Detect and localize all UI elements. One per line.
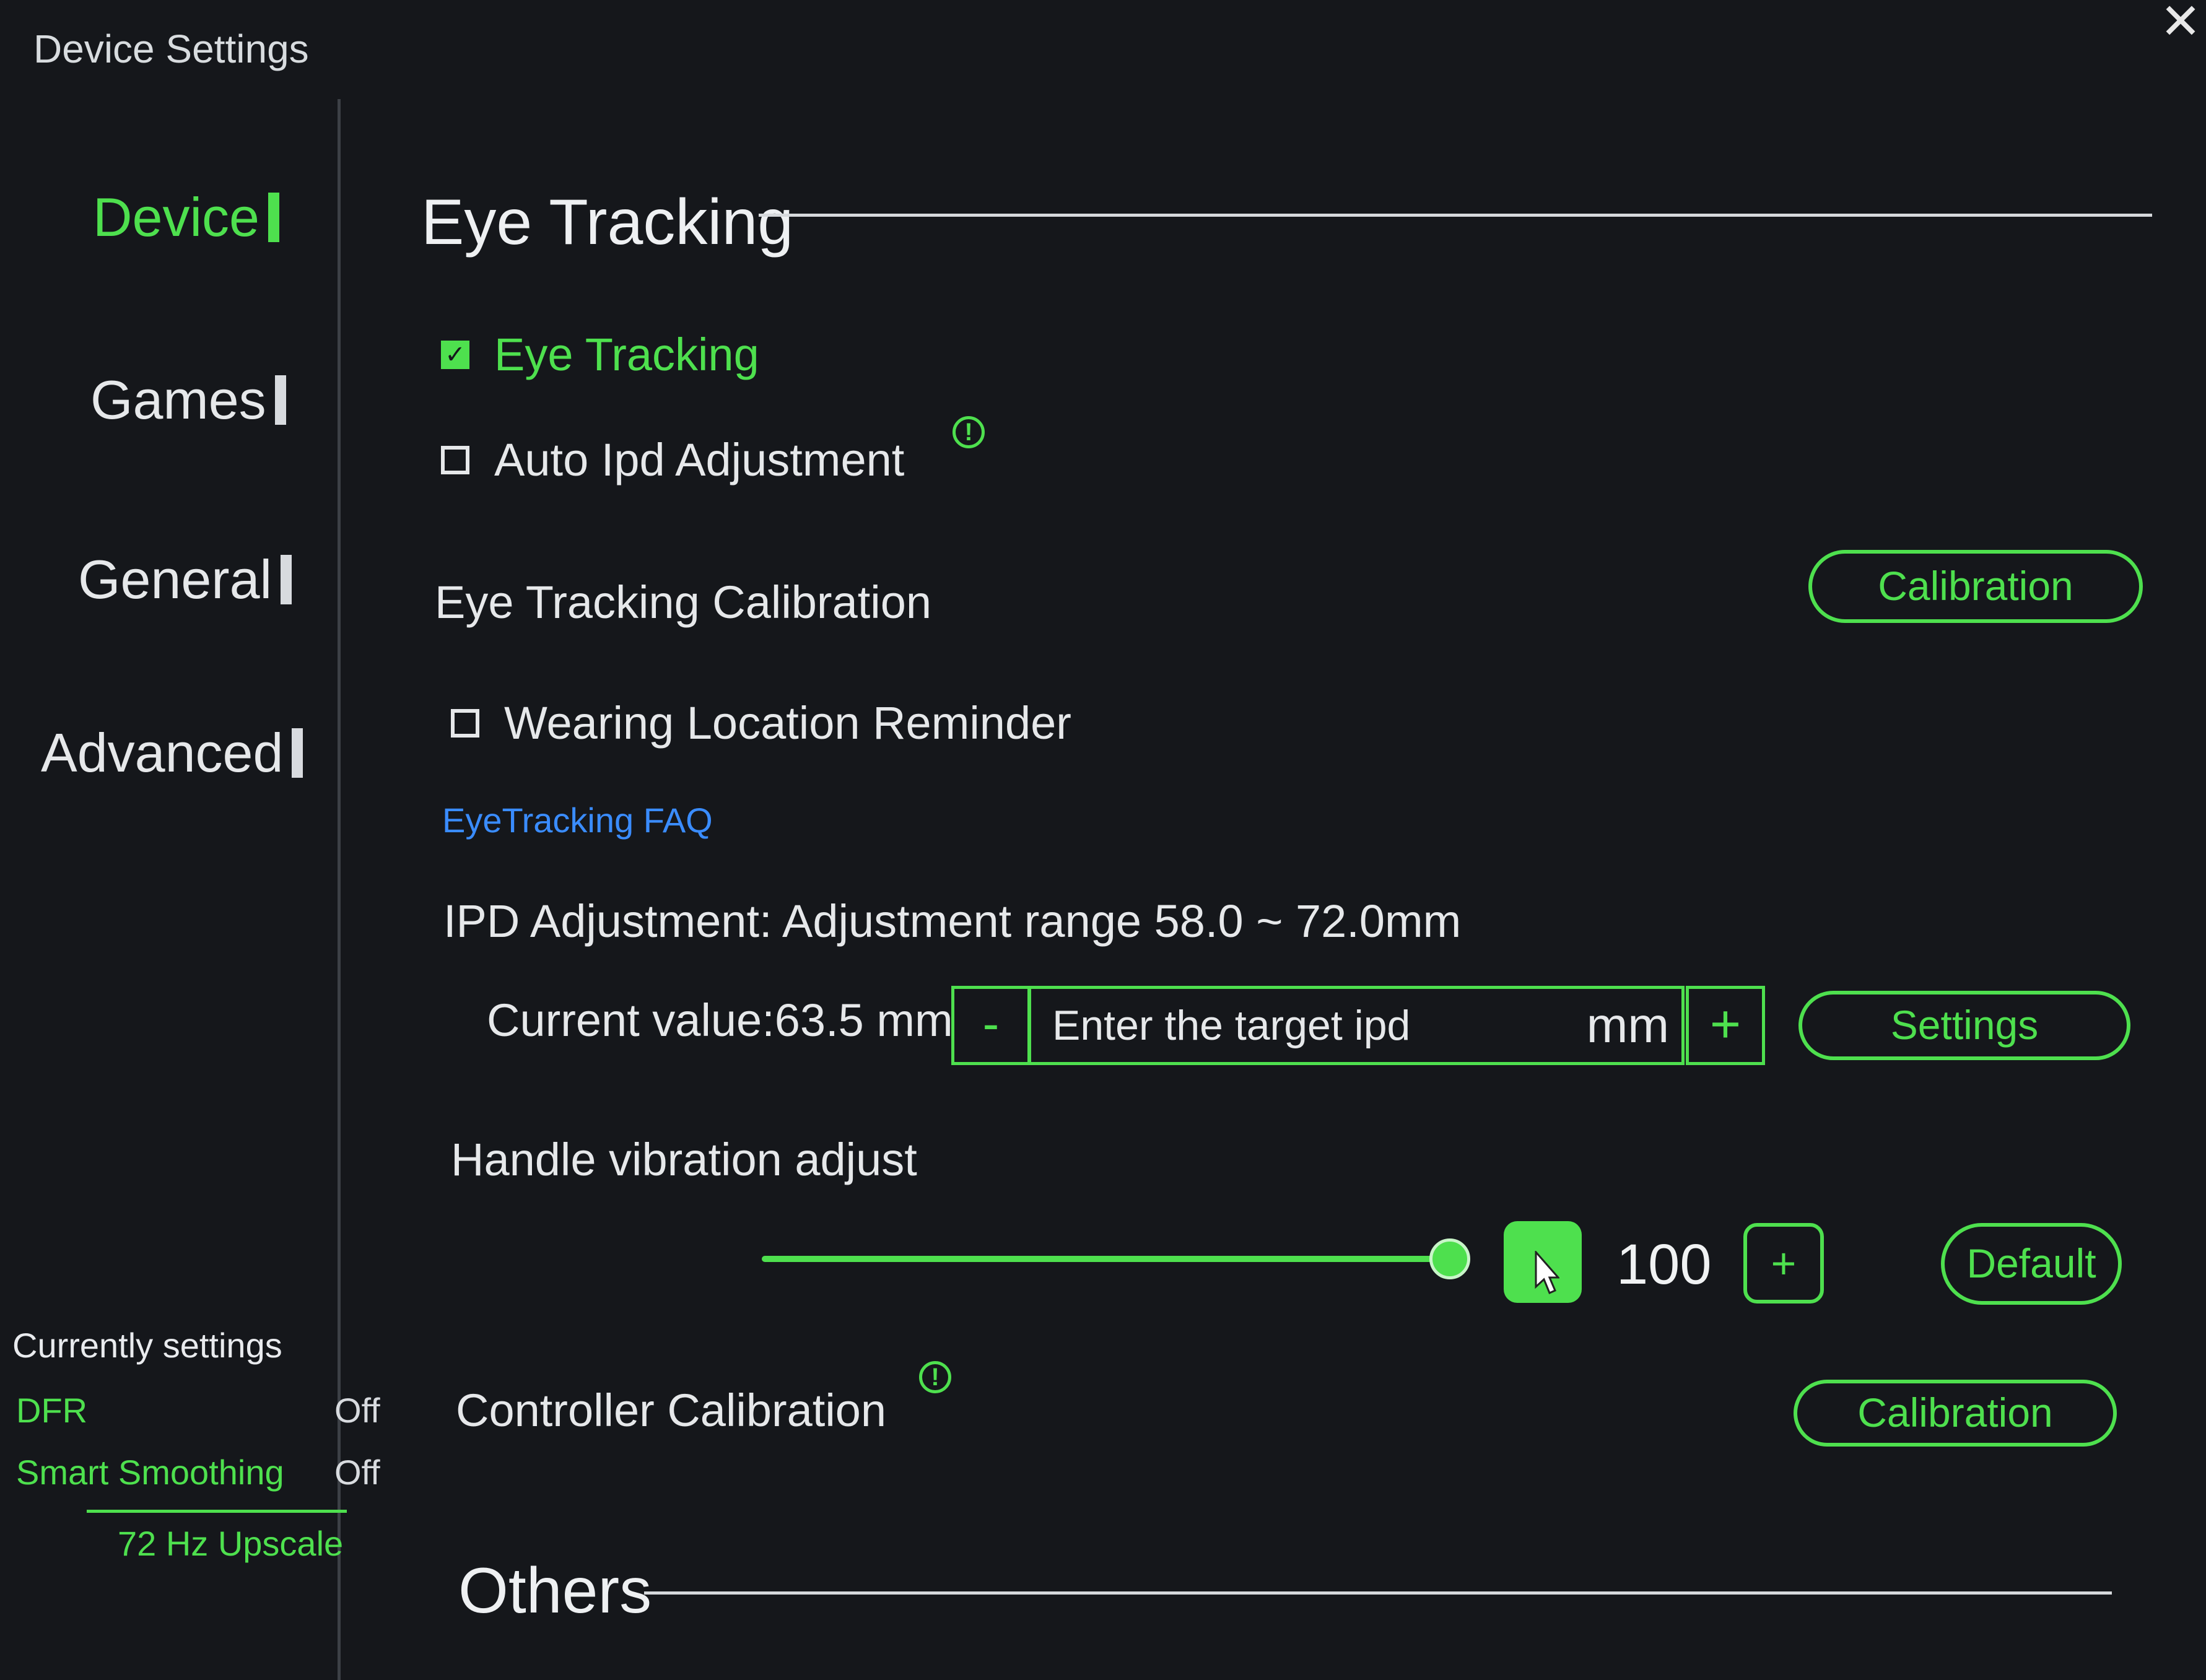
checkmark-icon: ✓	[445, 341, 466, 368]
wearing-reminder-label: Wearing Location Reminder	[504, 697, 1071, 749]
indicator-bar	[281, 555, 292, 604]
section-title-eye-tracking: Eye Tracking	[421, 186, 794, 258]
vibration-increase-button[interactable]: +	[1743, 1223, 1824, 1304]
eye-tracking-toggle-row[interactable]: ✓ Eye Tracking	[441, 328, 759, 381]
eyetracking-faq-link[interactable]: EyeTracking FAQ	[442, 800, 713, 840]
setting-key: DFR	[16, 1391, 88, 1430]
ipd-increase-button[interactable]: +	[1686, 986, 1765, 1065]
info-icon[interactable]: !	[953, 416, 985, 448]
auto-ipd-label: Auto Ipd Adjustment	[494, 434, 905, 485]
section-divider	[759, 214, 2152, 217]
controller-calibration-label: Controller Calibration	[456, 1385, 887, 1436]
close-icon[interactable]: ✕	[2155, 0, 2206, 46]
sidebar-item-label: Device	[93, 186, 259, 248]
controller-calibration-button[interactable]: Calibration	[1794, 1380, 2117, 1447]
handle-vibration-label: Handle vibration adjust	[451, 1134, 917, 1185]
sidebar-item-advanced[interactable]: Advanced	[41, 721, 303, 785]
info-icon[interactable]: !	[919, 1361, 951, 1393]
ipd-adjustment-heading: IPD Adjustment: Adjustment range 58.0 ~ …	[443, 895, 1462, 947]
ipd-current-value: Current value:63.5 mm	[487, 995, 953, 1046]
current-setting-row: Smart Smoothing Off	[12, 1452, 384, 1514]
vibration-slider-track[interactable]	[762, 1256, 1449, 1262]
wearing-reminder-row[interactable]: Wearing Location Reminder	[451, 697, 1071, 749]
sidebar-item-general[interactable]: General	[78, 548, 292, 611]
upscale-divider	[87, 1510, 347, 1513]
auto-ipd-row[interactable]: Auto Ipd Adjustment	[441, 433, 904, 486]
current-settings-panel: Currently settings DFR Off Smart Smoothi…	[12, 1325, 384, 1563]
eye-calibration-button[interactable]: Calibration	[1808, 550, 2143, 623]
active-indicator	[268, 193, 279, 242]
indicator-bar	[292, 728, 303, 778]
upscale-label: 72 Hz Upscale	[118, 1524, 344, 1563]
eye-tracking-checkbox[interactable]: ✓	[441, 340, 469, 369]
ipd-target-input[interactable]: Enter the target ipd mm	[1028, 986, 1685, 1065]
ipd-settings-button[interactable]: Settings	[1798, 991, 2130, 1060]
vibration-slider-thumb[interactable]	[1429, 1238, 1470, 1279]
current-setting-row: DFR Off	[12, 1390, 384, 1452]
cursor-icon	[1535, 1251, 1559, 1294]
vibration-default-button[interactable]: Default	[1941, 1223, 2122, 1305]
title-bar: Device Settings ✕	[0, 0, 2206, 93]
wearing-reminder-checkbox[interactable]	[451, 708, 479, 738]
setting-value: Off	[334, 1391, 380, 1430]
device-settings-window: Device Settings ✕ Device Games General A…	[0, 0, 2206, 1680]
eye-tracking-calibration-label: Eye Tracking Calibration	[435, 577, 932, 628]
ipd-unit-label: mm	[1586, 998, 1669, 1053]
vibration-value: 100	[1616, 1233, 1712, 1296]
current-settings-title: Currently settings	[12, 1326, 282, 1365]
ipd-input-placeholder: Enter the target ipd	[1052, 1002, 1411, 1049]
eye-tracking-label: Eye Tracking	[494, 329, 759, 380]
setting-value: Off	[334, 1453, 380, 1492]
ipd-decrease-button[interactable]: -	[951, 986, 1031, 1065]
setting-key: Smart Smoothing	[16, 1453, 284, 1492]
sidebar-item-device[interactable]: Device	[93, 186, 279, 249]
sidebar-item-label: General	[78, 549, 272, 610]
auto-ipd-checkbox[interactable]	[441, 445, 469, 474]
sidebar-item-label: Advanced	[41, 722, 284, 783]
section-title-others: Others	[458, 1555, 652, 1627]
window-title: Device Settings	[33, 27, 309, 71]
sidebar-item-games[interactable]: Games	[90, 368, 286, 432]
sidebar-item-label: Games	[90, 369, 266, 430]
indicator-bar	[274, 375, 286, 425]
section-divider	[644, 1591, 2112, 1595]
